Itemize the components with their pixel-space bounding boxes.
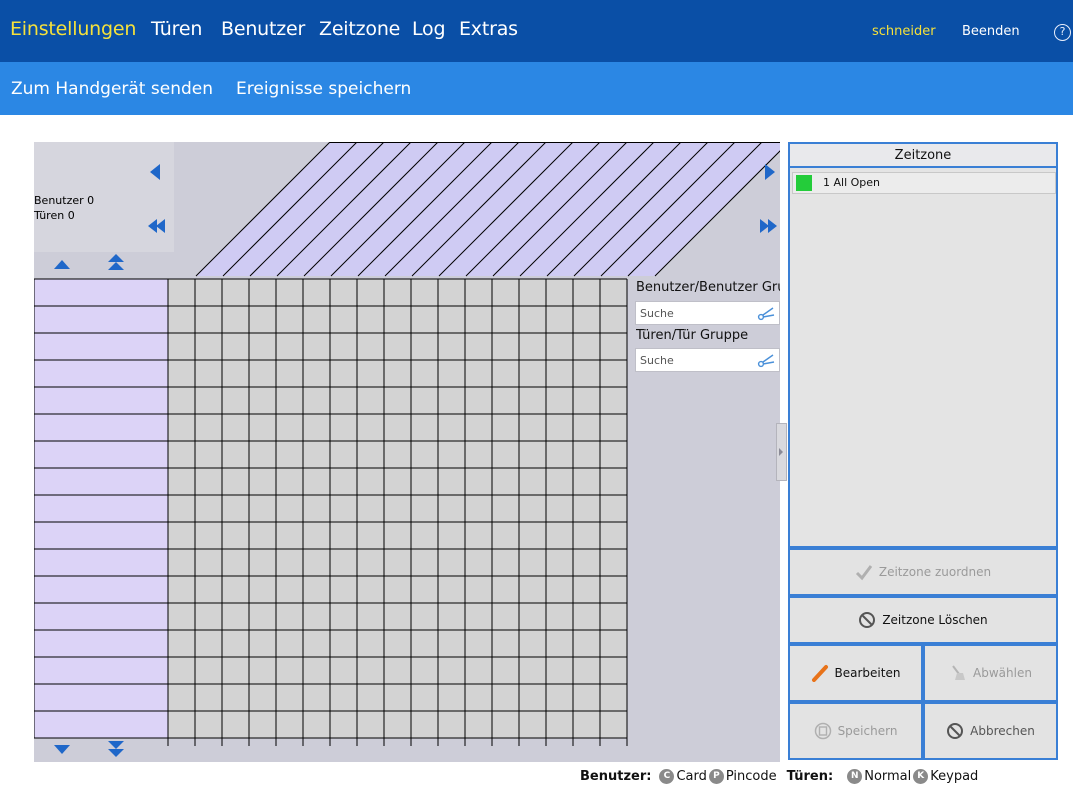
door-search-box [635, 348, 780, 372]
save-button[interactable]: Speichern [788, 702, 923, 760]
scissors-icon[interactable] [757, 305, 775, 321]
delete-timezone-label: Zeitzone Löschen [882, 613, 988, 627]
legend-users-title: Benutzer: [580, 768, 652, 784]
help-icon[interactable]: ? [1054, 24, 1071, 41]
user-row-header[interactable] [34, 521, 169, 550]
user-search-box [635, 301, 780, 325]
nav-item-log[interactable]: Log [412, 18, 446, 40]
legend-doors-title: Türen: [786, 768, 834, 784]
card-badge-icon: C [659, 768, 675, 784]
user-row-header[interactable] [34, 467, 169, 496]
scroll-first-icon[interactable] [146, 216, 166, 236]
user-group-search-label: Benutzer/Benutzer Gruppe [636, 280, 780, 295]
user-row-header[interactable] [34, 710, 169, 739]
nav-item-zeitzone[interactable]: Zeitzone [319, 18, 400, 40]
legend-pincode-label: Pincode [725, 768, 777, 784]
assign-timezone-button[interactable]: Zeitzone zuordnen [788, 548, 1058, 596]
sub-nav-bar: Zum Handgerät senden Ereignisse speicher… [0, 62, 1073, 115]
scissors-icon[interactable] [757, 352, 775, 368]
timezone-item-label: 1 All Open [823, 176, 881, 189]
user-row-header[interactable] [34, 548, 169, 577]
access-grid-panel: Benutzer 0 Türen 0 Benutzer/Benutzer Gru… [34, 142, 780, 762]
pencil-icon [811, 664, 829, 682]
timezone-list-item[interactable]: 1 All Open [792, 172, 1056, 194]
checkmark-icon [855, 563, 873, 581]
door-search-input[interactable] [636, 349, 746, 371]
prohibited-icon [858, 611, 876, 629]
prohibited-icon [946, 722, 964, 740]
legend-keypad-label: Keypad [930, 768, 979, 784]
user-search-input[interactable] [636, 302, 746, 324]
timezone-header: Zeitzone [790, 144, 1056, 168]
timezone-color-swatch [796, 175, 812, 191]
legend-normal-label: Normal [864, 768, 912, 784]
legend-card-label: Card [676, 768, 707, 784]
user-row-header[interactable] [34, 305, 169, 334]
user-row-header[interactable] [34, 683, 169, 712]
user-row-header[interactable] [34, 386, 169, 415]
current-user-label: schneider [872, 24, 936, 39]
broom-icon [949, 664, 967, 682]
scroll-up-icon[interactable] [52, 254, 72, 274]
deselect-label: Abwählen [973, 666, 1032, 680]
scroll-right-icon[interactable] [760, 162, 780, 182]
user-row-header[interactable] [34, 575, 169, 604]
user-row-header[interactable] [34, 359, 169, 388]
keypad-badge-icon: K [913, 768, 929, 784]
user-row-header[interactable] [34, 602, 169, 631]
top-nav-bar: Einstellungen Türen Benutzer Zeitzone Lo… [0, 0, 1073, 62]
assign-timezone-label: Zeitzone zuordnen [878, 565, 992, 579]
delete-timezone-button[interactable]: Zeitzone Löschen [788, 596, 1058, 644]
user-row-header[interactable] [34, 440, 169, 469]
user-row-header[interactable] [34, 494, 169, 523]
user-row-header[interactable] [34, 278, 169, 307]
cancel-button[interactable]: Abbrechen [923, 702, 1058, 760]
scroll-last-icon[interactable] [758, 216, 778, 236]
edit-button[interactable]: Bearbeiten [788, 644, 923, 702]
nav-item-einstellungen[interactable]: Einstellungen [10, 18, 136, 40]
timezone-panel: Zeitzone 1 All Open [788, 142, 1058, 548]
user-row-header[interactable] [34, 332, 169, 361]
pincode-badge-icon: P [708, 768, 724, 784]
user-row-header[interactable] [34, 413, 169, 442]
scroll-down-icon[interactable] [52, 740, 72, 760]
normal-badge-icon: N [847, 768, 863, 784]
save-disk-icon [814, 722, 832, 740]
edit-label: Bearbeiten [834, 666, 901, 680]
scroll-left-icon[interactable] [146, 162, 166, 182]
nav-item-benutzer[interactable]: Benutzer [221, 18, 305, 40]
logout-button[interactable]: Beenden [962, 24, 1020, 39]
legend: Benutzer: C Card P Pincode Türen: N Norm… [580, 766, 980, 786]
deselect-button[interactable]: Abwählen [923, 644, 1058, 702]
panel-collapse-handle[interactable] [776, 423, 787, 481]
send-to-handheld-link[interactable]: Zum Handgerät senden [11, 79, 213, 99]
scroll-bottom-icon[interactable] [106, 739, 126, 759]
door-group-search-label: Türen/Tür Gruppe [636, 328, 749, 343]
cancel-label: Abbrechen [970, 724, 1035, 738]
user-row-header[interactable] [34, 656, 169, 685]
nav-item-tueren[interactable]: Türen [151, 18, 202, 40]
save-events-link[interactable]: Ereignisse speichern [236, 79, 411, 99]
save-label: Speichern [837, 724, 898, 738]
nav-item-extras[interactable]: Extras [459, 18, 518, 40]
scroll-top-icon[interactable] [106, 252, 126, 272]
user-row-header[interactable] [34, 629, 169, 658]
